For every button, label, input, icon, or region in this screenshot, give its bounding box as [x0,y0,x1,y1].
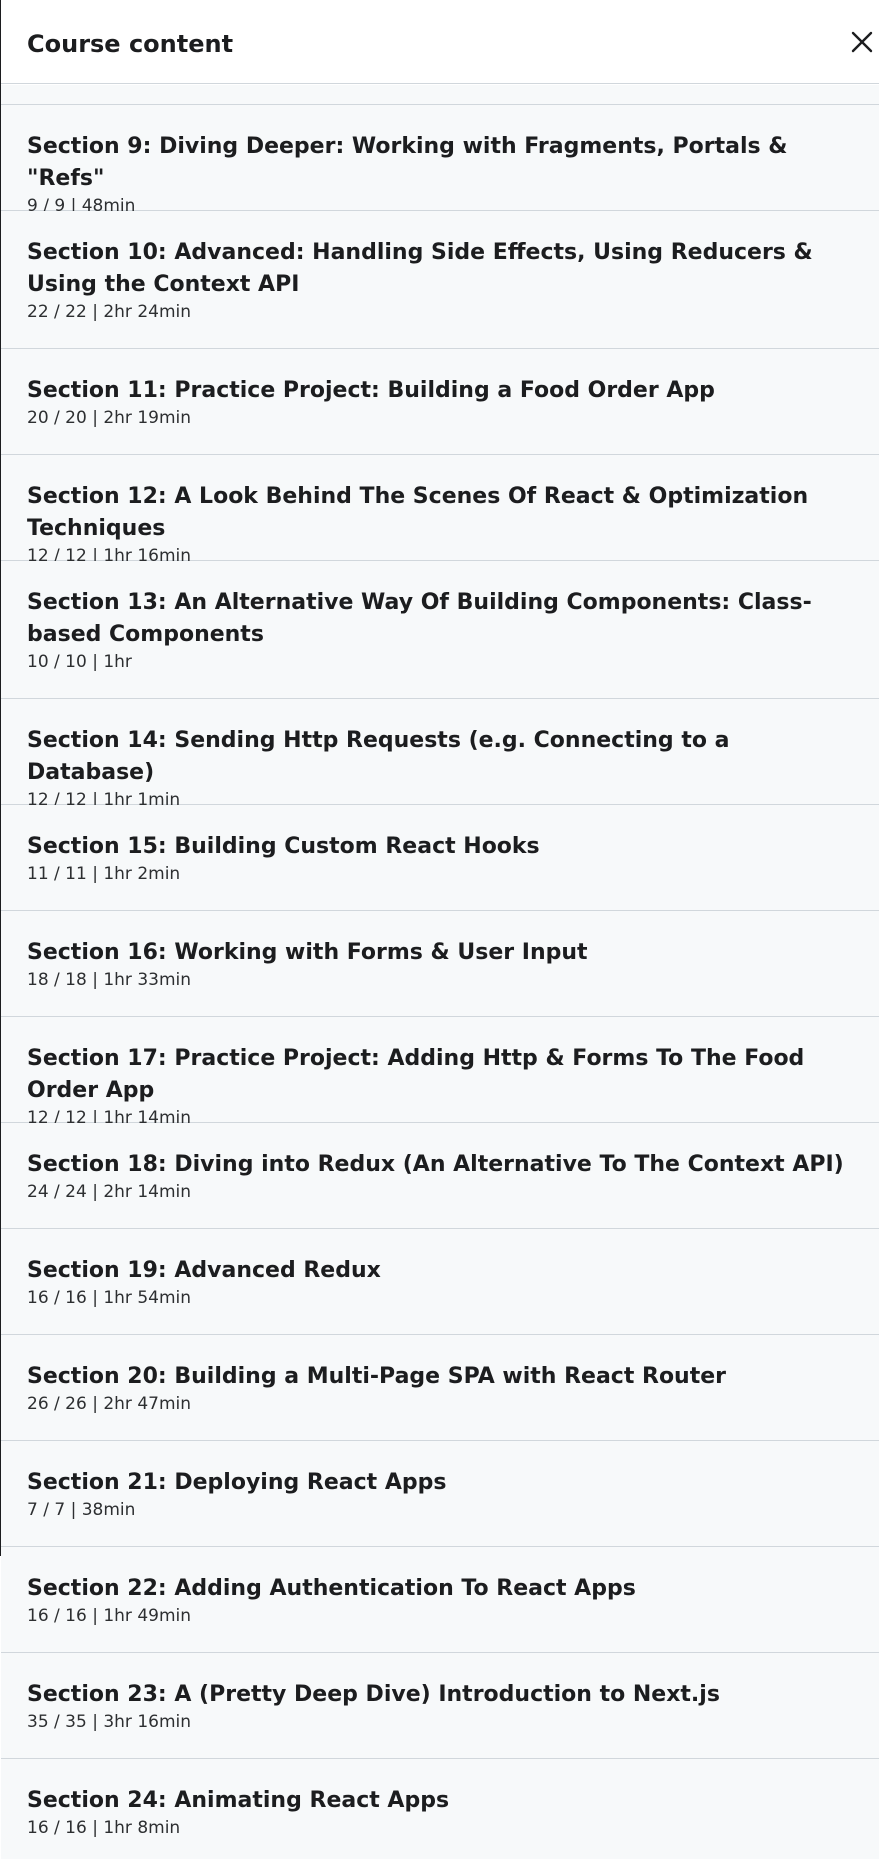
section-meta: 10 / 10 | 1hr [27,652,132,672]
close-icon [851,31,873,53]
section-title: Section 12: A Look Behind The Scenes Of … [27,484,809,541]
section-item[interactable]: Section 21: Deploying React Apps 7 / 7 |… [1,1441,879,1547]
section-item[interactable]: Section 24: Animating React Apps 16 / 16… [1,1759,879,1859]
section-title: Section 22: Adding Authentication To Rea… [27,1576,636,1601]
section-title: Section 23: A (Pretty Deep Dive) Introdu… [27,1682,720,1707]
section-item[interactable]: Section 20: Building a Multi-Page SPA wi… [1,1335,879,1441]
section-meta: 16 / 16 | 1hr 54min [27,1288,192,1308]
section-item[interactable]: Section 10: Advanced: Handling Side Effe… [1,211,879,349]
section-item[interactable]: Section 15: Building Custom React Hooks … [1,805,879,911]
section-item[interactable]: Section 12: A Look Behind The Scenes Of … [1,455,879,566]
section-meta: 7 / 7 | 38min [27,1500,136,1520]
section-meta: 11 / 11 | 1hr 2min [27,864,181,884]
section-item[interactable]: Section 17: Practice Project: Adding Htt… [1,1017,879,1128]
course-content-panel: Course content Section 9: Diving Deeper:… [0,0,879,1859]
close-button[interactable] [848,28,876,56]
previous-section-edge [1,85,879,105]
section-meta: 35 / 35 | 3hr 16min [27,1712,192,1732]
section-meta: 24 / 24 | 2hr 14min [27,1182,192,1202]
section-meta: 22 / 22 | 2hr 24min [27,302,192,322]
panel-left-border [0,0,1,1556]
section-meta: 16 / 16 | 1hr 49min [27,1606,192,1626]
section-title: Section 11: Practice Project: Building a… [27,378,715,403]
section-item[interactable]: Section 16: Working with Forms & User In… [1,911,879,1017]
section-list: Section 9: Diving Deeper: Working with F… [1,105,879,1859]
section-title: Section 24: Animating React Apps [27,1788,450,1813]
section-title: Section 16: Working with Forms & User In… [27,940,588,965]
section-item[interactable]: Section 19: Advanced Redux 16 / 16 | 1hr… [1,1229,879,1335]
section-title: Section 15: Building Custom React Hooks [27,834,540,859]
section-title: Section 13: An Alternative Way Of Buildi… [27,590,812,647]
section-title: Section 21: Deploying React Apps [27,1470,447,1495]
section-title: Section 9: Diving Deeper: Working with F… [27,134,788,191]
section-item[interactable]: Section 11: Practice Project: Building a… [1,349,879,455]
section-title: Section 20: Building a Multi-Page SPA wi… [27,1364,727,1389]
section-item[interactable]: Section 9: Diving Deeper: Working with F… [1,105,879,216]
section-title: Section 14: Sending Http Requests (e.g. … [27,728,730,785]
section-title: Section 17: Practice Project: Adding Htt… [27,1046,805,1103]
section-item[interactable]: Section 14: Sending Http Requests (e.g. … [1,699,879,810]
section-title: Section 19: Advanced Redux [27,1258,381,1283]
section-meta: 18 / 18 | 1hr 33min [27,970,192,990]
panel-title: Course content [27,30,234,58]
section-meta: 20 / 20 | 2hr 19min [27,408,192,428]
section-meta: 26 / 26 | 2hr 47min [27,1394,192,1414]
section-item[interactable]: Section 18: Diving into Redux (An Altern… [1,1123,879,1229]
section-item[interactable]: Section 23: A (Pretty Deep Dive) Introdu… [1,1653,879,1759]
section-title: Section 10: Advanced: Handling Side Effe… [27,240,813,297]
section-item[interactable]: Section 13: An Alternative Way Of Buildi… [1,561,879,699]
section-meta: 16 / 16 | 1hr 8min [27,1818,181,1838]
panel-header: Course content [0,0,879,84]
section-item[interactable]: Section 22: Adding Authentication To Rea… [1,1547,879,1653]
section-title: Section 18: Diving into Redux (An Altern… [27,1152,844,1177]
